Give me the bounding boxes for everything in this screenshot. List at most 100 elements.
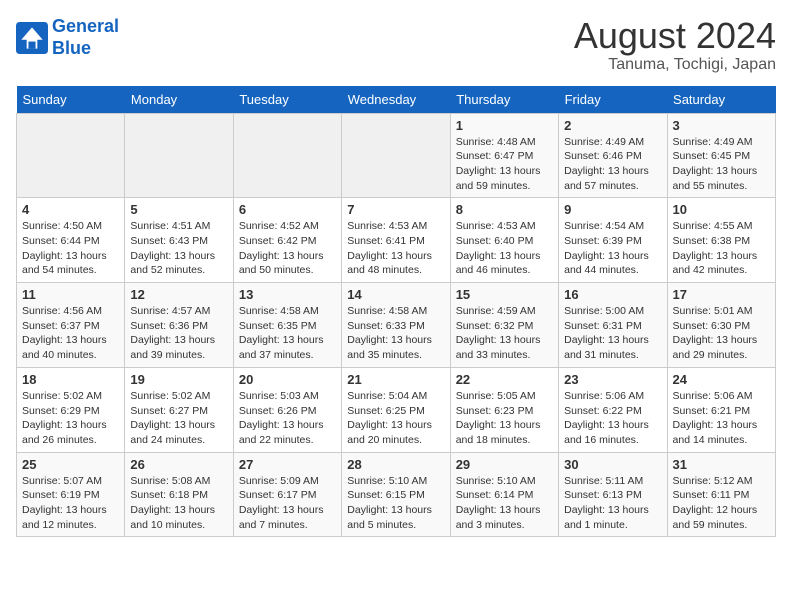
day-number: 2 [564, 118, 661, 133]
calendar-cell: 12Sunrise: 4:57 AM Sunset: 6:36 PM Dayli… [125, 283, 233, 368]
cell-content: Sunrise: 5:04 AM Sunset: 6:25 PM Dayligh… [347, 389, 444, 448]
cell-content: Sunrise: 5:12 AM Sunset: 6:11 PM Dayligh… [673, 474, 770, 533]
cell-content: Sunrise: 4:52 AM Sunset: 6:42 PM Dayligh… [239, 219, 336, 278]
calendar-week-2: 4Sunrise: 4:50 AM Sunset: 6:44 PM Daylig… [17, 198, 776, 283]
logo-text: General Blue [52, 16, 119, 59]
cell-content: Sunrise: 4:56 AM Sunset: 6:37 PM Dayligh… [22, 304, 119, 363]
cell-content: Sunrise: 5:03 AM Sunset: 6:26 PM Dayligh… [239, 389, 336, 448]
cell-content: Sunrise: 5:05 AM Sunset: 6:23 PM Dayligh… [456, 389, 553, 448]
day-number: 24 [673, 372, 770, 387]
day-number: 14 [347, 287, 444, 302]
day-number: 11 [22, 287, 119, 302]
calendar-cell: 17 Sunrise: 5:01 AM Sunset: 6:30 PM Dayli… [667, 283, 775, 368]
calendar-week-3: 11 Sunrise: 4:56 AM Sunset: 6:37 PM Dayli… [17, 283, 776, 368]
calendar-cell: 27 Sunrise: 5:09 AM Sunset: 6:17 PM Dayli… [233, 452, 341, 537]
cell-content: Sunrise: 4:49 AM Sunset: 6:46 PM Dayligh… [564, 135, 661, 194]
day-header-friday: Friday [559, 86, 667, 114]
day-number: 25 [22, 457, 119, 472]
calendar-cell: 7Sunrise: 4:53 AM Sunset: 6:41 PM Daylig… [342, 198, 450, 283]
calendar-week-4: 18Sunrise: 5:02 AM Sunset: 6:29 PM Dayli… [17, 367, 776, 452]
calendar-table: SundayMondayTuesdayWednesdayThursdayFrid… [16, 86, 776, 538]
title-block: August 2024 Tanuma, Tochigi, Japan [574, 16, 776, 74]
day-number: 28 [347, 457, 444, 472]
cell-content: Sunrise: 5:09 AM Sunset: 6:17 PM Dayligh… [239, 474, 336, 533]
cell-content: Sunrise: 4:49 AM Sunset: 6:45 PM Dayligh… [673, 135, 770, 194]
cell-content: Sunrise: 5:01 AM Sunset: 6:30 PM Dayligh… [673, 304, 770, 363]
calendar-cell: 11 Sunrise: 4:56 AM Sunset: 6:37 PM Dayli… [17, 283, 125, 368]
cell-content: Sunrise: 5:06 AM Sunset: 6:22 PM Dayligh… [564, 389, 661, 448]
location: Tanuma, Tochigi, Japan [574, 56, 776, 74]
calendar-cell: 9Sunrise: 4:54 AM Sunset: 6:39 PM Daylig… [559, 198, 667, 283]
calendar-cell: 31 Sunrise: 5:12 AM Sunset: 6:11 PM Dayli… [667, 452, 775, 537]
calendar-cell: 24 Sunrise: 5:06 AM Sunset: 6:21 PM Dayli… [667, 367, 775, 452]
calendar-cell: 8Sunrise: 4:53 AM Sunset: 6:40 PM Daylig… [450, 198, 558, 283]
day-number: 31 [673, 457, 770, 472]
day-number: 27 [239, 457, 336, 472]
cell-content: Sunrise: 5:06 AM Sunset: 6:21 PM Dayligh… [673, 389, 770, 448]
calendar-cell: 21 Sunrise: 5:04 AM Sunset: 6:25 PM Dayli… [342, 367, 450, 452]
logo-line2: Blue [52, 38, 91, 58]
calendar-cell: 3 Sunrise: 4:49 AM Sunset: 6:45 PM Daylig… [667, 113, 775, 198]
day-number: 10 [673, 202, 770, 217]
calendar-cell: 23 Sunrise: 5:06 AM Sunset: 6:22 PM Dayli… [559, 367, 667, 452]
calendar-cell [233, 113, 341, 198]
calendar-cell: 4Sunrise: 4:50 AM Sunset: 6:44 PM Daylig… [17, 198, 125, 283]
calendar-cell: 16Sunrise: 5:00 AM Sunset: 6:31 PM Dayli… [559, 283, 667, 368]
month-year: August 2024 [574, 16, 776, 56]
day-number: 21 [347, 372, 444, 387]
cell-content: Sunrise: 5:02 AM Sunset: 6:27 PM Dayligh… [130, 389, 227, 448]
cell-content: Sunrise: 5:10 AM Sunset: 6:14 PM Dayligh… [456, 474, 553, 533]
cell-content: Sunrise: 5:07 AM Sunset: 6:19 PM Dayligh… [22, 474, 119, 533]
calendar-cell: 30Sunrise: 5:11 AM Sunset: 6:13 PM Dayli… [559, 452, 667, 537]
cell-content: Sunrise: 5:10 AM Sunset: 6:15 PM Dayligh… [347, 474, 444, 533]
day-number: 18 [22, 372, 119, 387]
calendar-week-1: 1 Sunrise: 4:48 AM Sunset: 6:47 PM Daylig… [17, 113, 776, 198]
cell-content: Sunrise: 4:53 AM Sunset: 6:41 PM Dayligh… [347, 219, 444, 278]
calendar-cell: 19 Sunrise: 5:02 AM Sunset: 6:27 PM Dayli… [125, 367, 233, 452]
calendar-cell: 28 Sunrise: 5:10 AM Sunset: 6:15 PM Dayli… [342, 452, 450, 537]
calendar-cell: 14 Sunrise: 4:58 AM Sunset: 6:33 PM Dayli… [342, 283, 450, 368]
day-header-wednesday: Wednesday [342, 86, 450, 114]
cell-content: Sunrise: 4:58 AM Sunset: 6:33 PM Dayligh… [347, 304, 444, 363]
day-header-thursday: Thursday [450, 86, 558, 114]
cell-content: Sunrise: 4:54 AM Sunset: 6:39 PM Dayligh… [564, 219, 661, 278]
calendar-cell: 29 Sunrise: 5:10 AM Sunset: 6:14 PM Dayli… [450, 452, 558, 537]
calendar-cell: 1 Sunrise: 4:48 AM Sunset: 6:47 PM Daylig… [450, 113, 558, 198]
day-number: 15 [456, 287, 553, 302]
day-number: 22 [456, 372, 553, 387]
calendar-cell: 22 Sunrise: 5:05 AM Sunset: 6:23 PM Dayli… [450, 367, 558, 452]
day-number: 3 [673, 118, 770, 133]
day-number: 29 [456, 457, 553, 472]
calendar-cell: 18Sunrise: 5:02 AM Sunset: 6:29 PM Dayli… [17, 367, 125, 452]
day-number: 20 [239, 372, 336, 387]
calendar-cell [17, 113, 125, 198]
cell-content: Sunrise: 4:59 AM Sunset: 6:32 PM Dayligh… [456, 304, 553, 363]
cell-content: Sunrise: 5:08 AM Sunset: 6:18 PM Dayligh… [130, 474, 227, 533]
calendar-cell: 10Sunrise: 4:55 AM Sunset: 6:38 PM Dayli… [667, 198, 775, 283]
calendar-cell [342, 113, 450, 198]
cell-content: Sunrise: 4:51 AM Sunset: 6:43 PM Dayligh… [130, 219, 227, 278]
calendar-header-row: SundayMondayTuesdayWednesdayThursdayFrid… [17, 86, 776, 114]
calendar-cell: 6 Sunrise: 4:52 AM Sunset: 6:42 PM Daylig… [233, 198, 341, 283]
page-header: General Blue August 2024 Tanuma, Tochigi… [16, 16, 776, 74]
day-number: 1 [456, 118, 553, 133]
day-number: 23 [564, 372, 661, 387]
day-number: 30 [564, 457, 661, 472]
calendar-week-5: 25 Sunrise: 5:07 AM Sunset: 6:19 PM Dayli… [17, 452, 776, 537]
cell-content: Sunrise: 4:58 AM Sunset: 6:35 PM Dayligh… [239, 304, 336, 363]
cell-content: Sunrise: 4:57 AM Sunset: 6:36 PM Dayligh… [130, 304, 227, 363]
day-number: 17 [673, 287, 770, 302]
logo: General Blue [16, 16, 119, 59]
calendar-cell: 26 Sunrise: 5:08 AM Sunset: 6:18 PM Dayli… [125, 452, 233, 537]
day-number: 26 [130, 457, 227, 472]
day-header-tuesday: Tuesday [233, 86, 341, 114]
cell-content: Sunrise: 4:48 AM Sunset: 6:47 PM Dayligh… [456, 135, 553, 194]
day-number: 5 [130, 202, 227, 217]
calendar-cell: 25 Sunrise: 5:07 AM Sunset: 6:19 PM Dayli… [17, 452, 125, 537]
calendar-cell: 13Sunrise: 4:58 AM Sunset: 6:35 PM Dayli… [233, 283, 341, 368]
cell-content: Sunrise: 4:50 AM Sunset: 6:44 PM Dayligh… [22, 219, 119, 278]
day-number: 6 [239, 202, 336, 217]
calendar-cell: 2 Sunrise: 4:49 AM Sunset: 6:46 PM Daylig… [559, 113, 667, 198]
calendar-cell: 20 Sunrise: 5:03 AM Sunset: 6:26 PM Dayli… [233, 367, 341, 452]
day-number: 19 [130, 372, 227, 387]
